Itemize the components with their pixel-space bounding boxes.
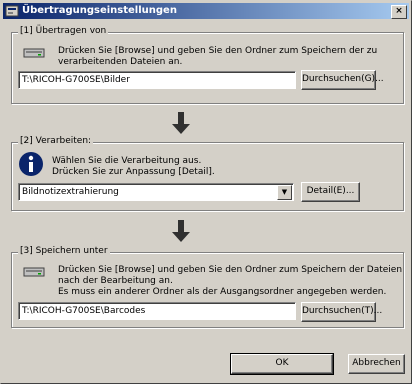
dialog-window: Übertragungseinstellungen × [1] Übertrag…	[0, 0, 412, 384]
info-icon	[19, 152, 43, 176]
save-to-desc-1: Drücken Sie [Browse] und geben Sie den O…	[58, 265, 403, 275]
process-selected-value: Bildnotizextrahierung	[22, 187, 119, 197]
drive-icon	[23, 267, 45, 277]
down-arrow-icon	[172, 112, 190, 134]
process-desc-2: Drücken Sie zur Anpassung [Detail].	[52, 167, 215, 177]
down-arrow-icon	[172, 220, 190, 242]
drive-icon	[23, 48, 45, 58]
process-label: [2] Verarbeiten:	[18, 136, 94, 146]
app-icon	[5, 5, 19, 17]
transfer-from-desc-2: verarbeitenden Dateien an.	[58, 57, 183, 67]
process-group: [2] Verarbeiten: Wählen Sie die Verarbei…	[11, 136, 404, 211]
ok-button[interactable]: OK	[230, 353, 334, 375]
transfer-from-path: T:\RICOH-G700SE\Bilder	[22, 75, 130, 85]
save-to-desc-3: Es muss ein anderer Ordner als der Ausga…	[58, 287, 387, 297]
process-select[interactable]: Bildnotizextrahierung ▼	[18, 183, 294, 201]
detail-button[interactable]: Detail(E)...	[301, 182, 360, 202]
browse-to-button[interactable]: Durchsuchen(T)...	[301, 302, 382, 322]
dropdown-arrow-icon[interactable]: ▼	[277, 185, 292, 200]
save-to-path: T:\RICOH-G700SE\Barcodes	[22, 306, 146, 316]
save-to-desc-2: nach der Bearbeitung an.	[58, 276, 173, 286]
transfer-from-label: [1] Übertragen von	[18, 26, 109, 36]
close-button[interactable]: ×	[391, 5, 407, 19]
save-to-label: [3] Speichern unter	[18, 246, 110, 256]
window-title: Übertragungseinstellungen	[22, 5, 177, 16]
transfer-from-group: [1] Übertragen von Drücken Sie [Browse] …	[11, 26, 404, 104]
transfer-from-path-field[interactable]: T:\RICOH-G700SE\Bilder	[18, 71, 296, 89]
browse-from-button[interactable]: Durchsuchen(G)...	[301, 70, 384, 90]
transfer-from-desc-1: Drücken Sie [Browse] und geben Sie den O…	[58, 46, 378, 56]
cancel-button[interactable]: Abbrechen	[348, 354, 405, 374]
process-desc-1: Wählen Sie die Verarbeitung aus.	[52, 156, 202, 166]
title-bar: Übertragungseinstellungen ×	[3, 3, 409, 19]
save-to-group: [3] Speichern unter Drücken Sie [Browse]…	[11, 246, 404, 328]
save-to-path-field[interactable]: T:\RICOH-G700SE\Barcodes	[18, 302, 296, 320]
